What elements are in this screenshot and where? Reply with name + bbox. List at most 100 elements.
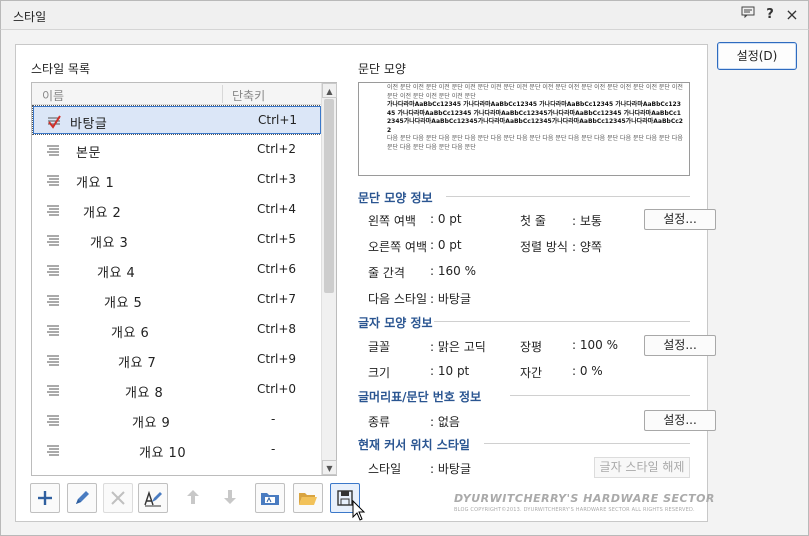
style-item-name: 개요 8 bbox=[125, 386, 164, 401]
style-item-name: 바탕글 bbox=[70, 117, 108, 132]
style-list-item[interactable]: 개요 10 - bbox=[33, 436, 321, 464]
style-item-shortcut: Ctrl+5 bbox=[257, 232, 297, 246]
add-style-button[interactable] bbox=[30, 483, 60, 513]
import-style-button[interactable] bbox=[255, 483, 285, 513]
style-item-name: 개요 6 bbox=[111, 326, 150, 341]
line-spacing-value: : 160 % bbox=[430, 264, 476, 278]
next-style-label: 다음 스타일 bbox=[368, 292, 428, 306]
window-title: 스타일 bbox=[13, 10, 47, 24]
style-settings-button[interactable] bbox=[138, 483, 168, 513]
paragraph-style-icon bbox=[46, 324, 60, 336]
plus-icon bbox=[38, 491, 52, 505]
paragraph-style-icon bbox=[46, 144, 60, 156]
open-folder-button[interactable] bbox=[293, 483, 323, 513]
checked-style-icon bbox=[47, 115, 61, 129]
pencil-icon bbox=[76, 491, 89, 504]
preview-label: 문단 모양 bbox=[358, 62, 406, 76]
right-margin-label: 오른쪽 여백 bbox=[368, 240, 428, 254]
column-header-name[interactable]: 이름 bbox=[42, 87, 64, 104]
scroll-down-icon[interactable]: ▼ bbox=[322, 460, 337, 475]
setup-button[interactable]: 설정(D) bbox=[717, 42, 797, 70]
question-icon[interactable]: ? bbox=[761, 6, 779, 24]
title-bar: 스타일 ? × bbox=[0, 0, 809, 30]
style-list-item[interactable]: 개요 3 Ctrl+5 bbox=[33, 226, 321, 254]
style-item-shortcut: Ctrl+0 bbox=[257, 382, 297, 396]
style-item-shortcut: Ctrl+8 bbox=[257, 322, 297, 336]
style-list-item[interactable]: 바탕글 Ctrl+1 bbox=[32, 105, 322, 135]
style-item-name: 개요 4 bbox=[97, 266, 136, 281]
style-item-name: 개요 9 bbox=[132, 416, 171, 431]
style-list-item[interactable]: 개요 1 Ctrl+3 bbox=[33, 166, 321, 194]
right-margin-value: : 0 pt bbox=[430, 238, 462, 252]
style-list-item[interactable]: 개요 5 Ctrl+7 bbox=[33, 286, 321, 314]
style-list-item[interactable]: 개요 2 Ctrl+4 bbox=[33, 196, 321, 224]
cursor-style-label: 스타일 bbox=[368, 462, 402, 476]
import-icon bbox=[261, 493, 279, 505]
style-item-shortcut: Ctrl+1 bbox=[258, 113, 298, 127]
align-label: 정렬 방식 bbox=[520, 240, 568, 254]
style-list-item[interactable]: 개요 4 Ctrl+6 bbox=[33, 256, 321, 284]
list-scrollbar[interactable]: ▲ ▼ bbox=[321, 83, 337, 475]
style-item-shortcut: - bbox=[271, 412, 276, 426]
column-header-shortcut[interactable]: 단축키 bbox=[232, 87, 265, 104]
style-item-shortcut: Ctrl+3 bbox=[257, 172, 297, 186]
style-item-name: 개요 5 bbox=[104, 296, 143, 311]
cursor-style-header: 현재 커서 위치 스타일 bbox=[358, 438, 470, 452]
numbering-settings-button[interactable]: 설정... bbox=[644, 410, 716, 431]
char-settings-button[interactable]: 설정... bbox=[644, 335, 716, 356]
help-icon[interactable] bbox=[739, 6, 757, 24]
paragraph-preview: 이전 문단 이전 문단 이전 문단 이전 문단 이전 문단 이전 문단 이전 문… bbox=[358, 82, 690, 176]
style-item-name: 개요 2 bbox=[83, 206, 122, 221]
left-margin-label: 왼쪽 여백 bbox=[368, 214, 416, 228]
edit-style-icon bbox=[144, 490, 162, 507]
scroll-thumb[interactable] bbox=[324, 99, 334, 293]
paragraph-style-icon bbox=[46, 414, 60, 426]
paragraph-info-header: 문단 모양 정보 bbox=[358, 191, 433, 205]
spacing-value: : 0 % bbox=[572, 364, 603, 378]
mouse-cursor-icon bbox=[352, 500, 366, 521]
style-item-name: 개요 10 bbox=[139, 446, 187, 461]
style-item-shortcut: - bbox=[271, 442, 276, 456]
font-value: : 맑은 고딕 bbox=[430, 340, 486, 354]
move-up-button[interactable] bbox=[178, 483, 208, 513]
style-item-shortcut: Ctrl+4 bbox=[257, 202, 297, 216]
style-list-item[interactable]: 본문 Ctrl+2 bbox=[33, 136, 321, 164]
style-list-item[interactable]: 개요 9 - bbox=[33, 406, 321, 434]
paragraph-style-icon bbox=[46, 204, 60, 216]
move-down-button[interactable] bbox=[215, 483, 245, 513]
style-item-name: 본문 bbox=[76, 146, 101, 161]
ratio-label: 장평 bbox=[520, 340, 543, 354]
edit-style-button[interactable] bbox=[67, 483, 97, 513]
paragraph-style-icon bbox=[46, 174, 60, 186]
preview-previous-text: 이전 문단 이전 문단 이전 문단 이전 문단 이전 문단 이전 문단 이전 문… bbox=[387, 84, 683, 100]
size-label: 크기 bbox=[368, 366, 391, 380]
paragraph-style-icon bbox=[46, 294, 60, 306]
first-line-label: 첫 줄 bbox=[520, 214, 546, 228]
style-list[interactable]: 이름 단축키 바탕글 Ctrl+1 본문 Ctrl+2 개요 1 Ctrl+3 개요 2 Ct… bbox=[31, 82, 337, 476]
style-item-name: 개요 1 bbox=[76, 176, 115, 191]
scroll-up-icon[interactable]: ▲ bbox=[322, 83, 337, 98]
style-item-name: 개요 3 bbox=[90, 236, 129, 251]
folder-open-icon bbox=[299, 493, 317, 505]
paragraph-settings-button[interactable]: 설정... bbox=[644, 209, 716, 230]
style-item-name: 개요 7 bbox=[118, 356, 157, 371]
close-icon[interactable]: × bbox=[783, 6, 801, 24]
style-list-item[interactable]: 개요 8 Ctrl+0 bbox=[33, 376, 321, 404]
release-char-style-button[interactable]: 글자 스타일 해제 bbox=[594, 457, 690, 478]
type-value: : 없음 bbox=[430, 415, 460, 429]
style-list-item[interactable]: 개요 7 Ctrl+9 bbox=[33, 346, 321, 374]
line-spacing-label: 줄 간격 bbox=[368, 266, 405, 280]
type-label: 종류 bbox=[368, 415, 391, 429]
delete-style-button[interactable] bbox=[103, 483, 133, 513]
paragraph-style-icon bbox=[46, 354, 60, 366]
style-item-shortcut: Ctrl+2 bbox=[257, 142, 297, 156]
font-label: 글꼴 bbox=[368, 340, 391, 354]
preview-sample-text: 가나다라마AaBbCc12345 가나다라마AaBbCc12345 가나다라마A… bbox=[387, 101, 683, 134]
style-item-shortcut: Ctrl+6 bbox=[257, 262, 297, 276]
paragraph-style-icon bbox=[46, 384, 60, 396]
size-value: : 10 pt bbox=[430, 364, 470, 378]
style-list-item[interactable]: 개요 6 Ctrl+8 bbox=[33, 316, 321, 344]
first-line-value: : 보통 bbox=[572, 214, 602, 228]
cursor-style-value: : 바탕글 bbox=[430, 462, 471, 476]
paragraph-style-icon bbox=[46, 444, 60, 456]
